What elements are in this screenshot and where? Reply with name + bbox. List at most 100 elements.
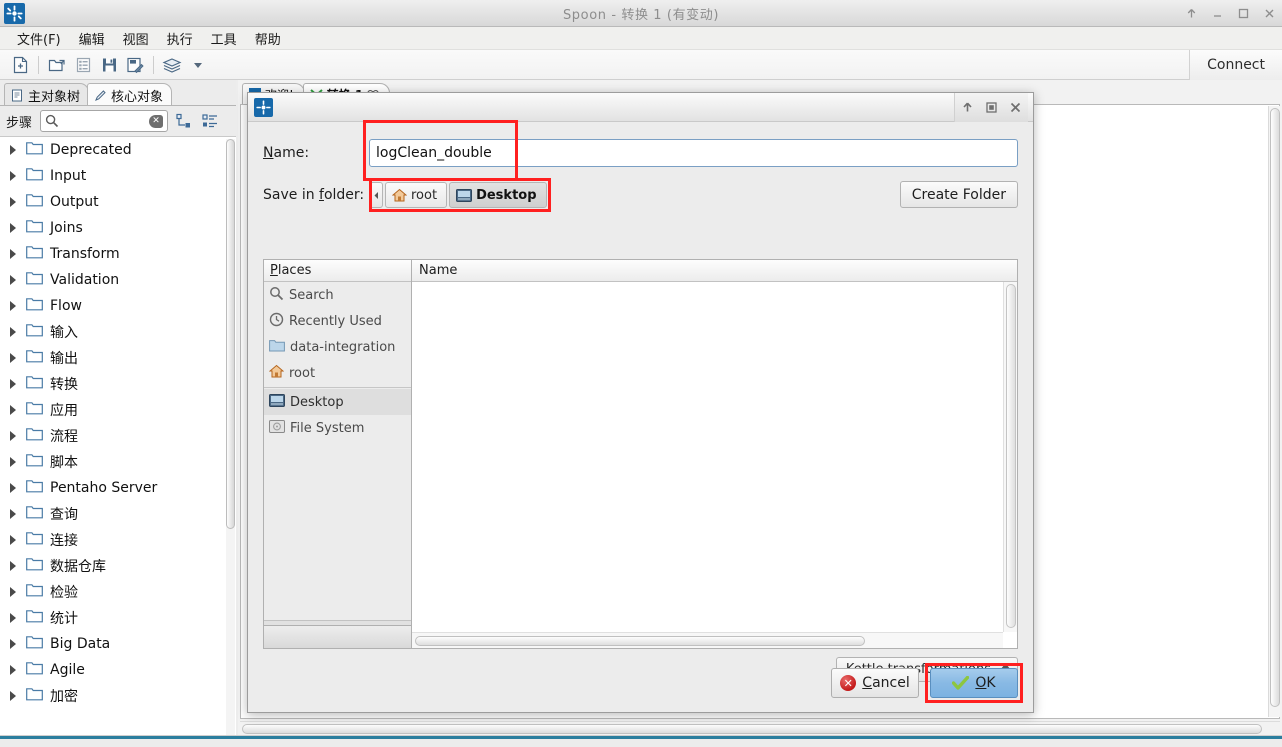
tree-item[interactable]: Pentaho Server — [0, 475, 226, 501]
chevron-down-icon[interactable] — [185, 53, 211, 77]
dialog-app-logo-icon — [254, 97, 273, 117]
place-item-desktop[interactable]: Desktop — [264, 389, 411, 415]
maximize-icon[interactable] — [1237, 7, 1250, 20]
scroll-thumb[interactable] — [226, 139, 235, 529]
restore-up-icon[interactable] — [1185, 7, 1198, 20]
tree-item[interactable]: Output — [0, 189, 226, 215]
core-objects-tree[interactable]: Deprecated Input Output Joins Transform Valid… — [0, 136, 236, 747]
minimize-icon[interactable] — [1211, 7, 1224, 20]
expand-arrow-icon[interactable] — [10, 639, 19, 649]
place-item-data-integration[interactable]: data-integration — [264, 334, 411, 360]
place-item-file-system[interactable]: File System — [264, 415, 411, 441]
menu-run[interactable]: 执行 — [158, 27, 202, 50]
cancel-button[interactable]: ✕ Cancel — [831, 668, 919, 698]
expand-arrow-icon[interactable] — [10, 691, 19, 701]
expand-arrow-icon[interactable] — [10, 379, 19, 389]
expand-arrow-icon[interactable] — [10, 197, 19, 207]
expand-arrow-icon[interactable] — [10, 613, 19, 623]
menu-tools[interactable]: 工具 — [202, 27, 246, 50]
place-item-recently-used[interactable]: Recently Used — [264, 308, 411, 334]
sidebar-tab-core-objects[interactable]: 核心对象 — [87, 83, 173, 106]
expand-arrow-icon[interactable] — [10, 665, 19, 675]
canvas-vertical-scrollbar[interactable] — [1268, 106, 1280, 717]
breadcrumb-root[interactable]: root — [385, 182, 448, 208]
expand-arrow-icon[interactable] — [10, 275, 19, 285]
expand-arrow-icon[interactable] — [10, 353, 19, 363]
home-icon — [268, 364, 285, 382]
expand-arrow-icon[interactable] — [10, 301, 19, 311]
scroll-thumb[interactable] — [1006, 284, 1016, 628]
place-item-root[interactable]: root — [264, 360, 411, 386]
menu-edit[interactable]: 编辑 — [70, 27, 114, 50]
tree-item[interactable]: 转换 — [0, 371, 226, 397]
tree-item[interactable]: 检验 — [0, 579, 226, 605]
tree-item[interactable]: 数据仓库 — [0, 553, 226, 579]
file-list-vertical-scrollbar[interactable] — [1003, 282, 1017, 632]
breadcrumb-desktop[interactable]: Desktop — [369, 178, 551, 212]
tree-item[interactable]: 统计 — [0, 605, 226, 631]
place-item-search[interactable]: Search — [264, 282, 411, 308]
expand-arrow-icon[interactable] — [10, 587, 19, 597]
connect-button[interactable]: Connect — [1189, 50, 1282, 80]
expand-arrow-icon[interactable] — [10, 171, 19, 181]
tree-item[interactable]: 脚本 — [0, 449, 226, 475]
maximize-icon[interactable] — [985, 101, 998, 114]
menu-view[interactable]: 视图 — [114, 27, 158, 50]
menu-file[interactable]: 文件(F) — [8, 27, 70, 50]
save-icon[interactable] — [96, 53, 122, 77]
open-folder-icon[interactable] — [44, 53, 70, 77]
tree-item[interactable]: 应用 — [0, 397, 226, 423]
tree-item[interactable]: 查询 — [0, 501, 226, 527]
layers-icon[interactable] — [159, 53, 185, 77]
search-box[interactable]: ✕ — [40, 110, 169, 132]
tree-vertical-scrollbar[interactable] — [226, 139, 235, 747]
tree-item[interactable]: Joins — [0, 215, 226, 241]
expand-arrow-icon[interactable] — [10, 561, 19, 571]
expand-arrow-icon[interactable] — [10, 509, 19, 519]
tree-item[interactable]: 连接 — [0, 527, 226, 553]
expand-arrow-icon[interactable] — [10, 483, 19, 493]
list-view-icon[interactable] — [200, 111, 220, 131]
tree-item[interactable]: Big Data — [0, 631, 226, 657]
file-list-body[interactable] — [412, 282, 1017, 648]
sidebar-tab-main-object-tree[interactable]: 主对象树 — [4, 83, 90, 106]
tree-item[interactable]: 输入 — [0, 319, 226, 345]
tree-item[interactable]: Transform — [0, 241, 226, 267]
tree-item[interactable]: Input — [0, 163, 226, 189]
expand-arrow-icon[interactable] — [10, 145, 19, 155]
menu-help[interactable]: 帮助 — [246, 27, 290, 50]
scroll-thumb[interactable] — [242, 724, 1262, 734]
tree-item[interactable]: Flow — [0, 293, 226, 319]
expand-tree-icon[interactable] — [174, 111, 194, 131]
expand-arrow-icon[interactable] — [10, 249, 19, 259]
tree-item[interactable]: Deprecated — [0, 137, 226, 163]
file-list-column-header[interactable]: Name — [412, 260, 1017, 282]
expand-arrow-icon[interactable] — [10, 535, 19, 545]
tree-item[interactable]: 输出 — [0, 345, 226, 371]
tree-item[interactable]: Validation — [0, 267, 226, 293]
expand-arrow-icon[interactable] — [10, 405, 19, 415]
expand-arrow-icon[interactable] — [10, 223, 19, 233]
scroll-thumb[interactable] — [1270, 108, 1280, 707]
places-add-remove-bar[interactable] — [263, 625, 412, 649]
scroll-thumb[interactable] — [415, 636, 865, 646]
restore-up-icon[interactable] — [961, 101, 974, 114]
tree-item[interactable]: 流程 — [0, 423, 226, 449]
clear-search-icon[interactable]: ✕ — [149, 115, 164, 128]
breadcrumb-prev-icon[interactable] — [369, 182, 383, 208]
file-name-input[interactable] — [369, 139, 1018, 167]
save-as-icon[interactable] — [122, 53, 148, 77]
expand-arrow-icon[interactable] — [10, 431, 19, 441]
expand-arrow-icon[interactable] — [10, 327, 19, 337]
expand-arrow-icon[interactable] — [10, 457, 19, 467]
close-icon[interactable] — [1263, 7, 1276, 20]
canvas-horizontal-scrollbar[interactable] — [240, 721, 1280, 735]
close-icon[interactable] — [1009, 101, 1022, 114]
new-file-icon[interactable] — [7, 53, 33, 77]
ok-button[interactable]: OK — [930, 668, 1018, 698]
tree-item[interactable]: Agile — [0, 657, 226, 683]
list-icon[interactable] — [70, 53, 96, 77]
create-folder-button[interactable]: Create Folder — [899, 181, 1018, 208]
tree-item[interactable]: 加密 — [0, 683, 226, 709]
file-list-horizontal-scrollbar[interactable] — [412, 632, 1003, 648]
